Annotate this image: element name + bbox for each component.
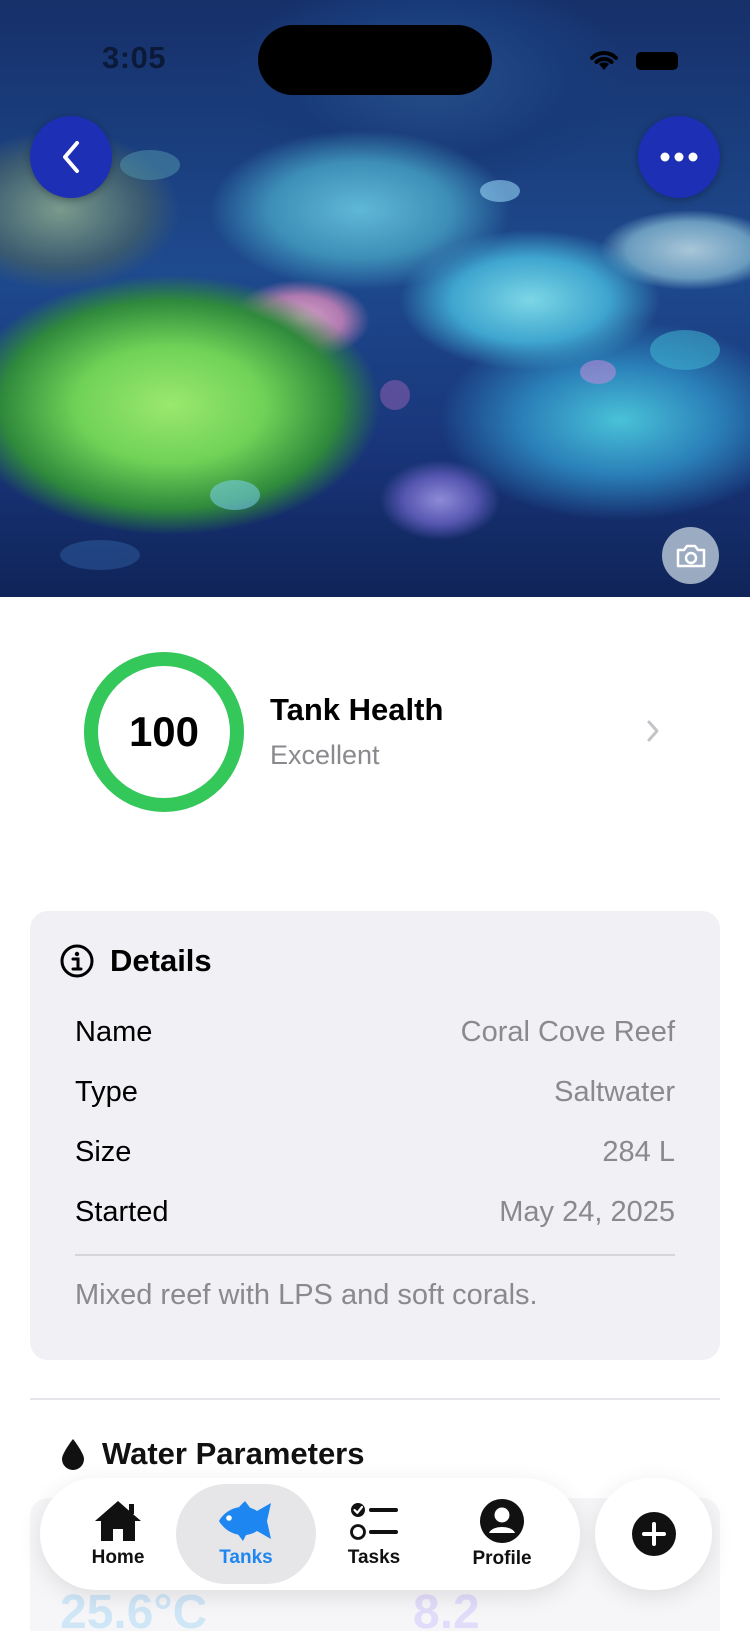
- tab-label: Profile: [472, 1548, 532, 1569]
- tab-bar: Home Tanks Tasks Profile: [40, 1478, 580, 1590]
- detail-row-started: Started May 24, 2025: [75, 1192, 675, 1232]
- chevron-left-icon: [63, 141, 79, 173]
- health-status: Excellent: [270, 740, 380, 770]
- detail-key: Type: [75, 1075, 138, 1108]
- house-icon: [95, 1501, 141, 1541]
- wifi-icon: [590, 51, 618, 70]
- battery-icon: [636, 52, 678, 70]
- chevron-right-icon: [647, 720, 659, 742]
- tab-tasks[interactable]: Tasks: [304, 1484, 444, 1584]
- change-photo-button[interactable]: [662, 527, 719, 584]
- detail-key: Name: [75, 1015, 153, 1048]
- detail-row-size: Size 284 L: [75, 1132, 675, 1172]
- detail-value: 284 L: [602, 1135, 675, 1168]
- tab-home[interactable]: Home: [48, 1484, 188, 1584]
- section-divider: [30, 1398, 720, 1400]
- add-button[interactable]: [595, 1478, 712, 1590]
- fish-icon: [219, 1501, 271, 1541]
- temperature-value: 25.6°C: [60, 1586, 208, 1631]
- back-button[interactable]: [30, 116, 112, 198]
- details-title: Details: [110, 943, 212, 978]
- tank-health-row[interactable]: 100 Tank Health Excellent: [0, 620, 750, 840]
- water-parameters-title: Water Parameters: [102, 1436, 365, 1471]
- tab-tanks[interactable]: Tanks: [176, 1484, 316, 1584]
- dynamic-island: [258, 25, 492, 95]
- camera-icon: [676, 544, 705, 567]
- details-header: Details: [60, 943, 212, 979]
- tab-label: Tanks: [219, 1547, 273, 1568]
- detail-key: Size: [75, 1135, 132, 1168]
- detail-value: Saltwater: [554, 1075, 675, 1108]
- detail-value: Coral Cove Reef: [460, 1015, 675, 1048]
- ph-value: 8.2: [413, 1586, 480, 1631]
- checklist-icon: [350, 1503, 398, 1540]
- info-icon: [60, 944, 94, 978]
- details-card: Details Name Coral Cove Reef Type Saltwa…: [30, 911, 720, 1360]
- tab-label: Tasks: [347, 1547, 401, 1568]
- ellipsis-icon: [660, 152, 698, 162]
- person-icon: [480, 1499, 524, 1543]
- detail-value: May 24, 2025: [499, 1195, 675, 1228]
- tab-profile[interactable]: Profile: [432, 1484, 572, 1584]
- status-time: 3:05: [102, 40, 167, 75]
- detail-key: Started: [75, 1195, 169, 1228]
- more-options-button[interactable]: [638, 116, 720, 198]
- water-drop-icon: [62, 1439, 84, 1470]
- water-parameters-header: Water Parameters: [60, 1436, 365, 1472]
- health-title: Tank Health: [270, 692, 444, 727]
- detail-row-name: Name Coral Cove Reef: [75, 1012, 675, 1052]
- details-divider: [75, 1254, 675, 1256]
- plus-icon: [631, 1512, 676, 1556]
- health-score-value: 100: [128, 708, 200, 755]
- detail-row-type: Type Saltwater: [75, 1072, 675, 1112]
- tank-hero-image: 3:05: [0, 0, 750, 597]
- details-description: Mixed reef with LPS and soft corals.: [75, 1279, 538, 1311]
- tab-label: Home: [91, 1547, 145, 1568]
